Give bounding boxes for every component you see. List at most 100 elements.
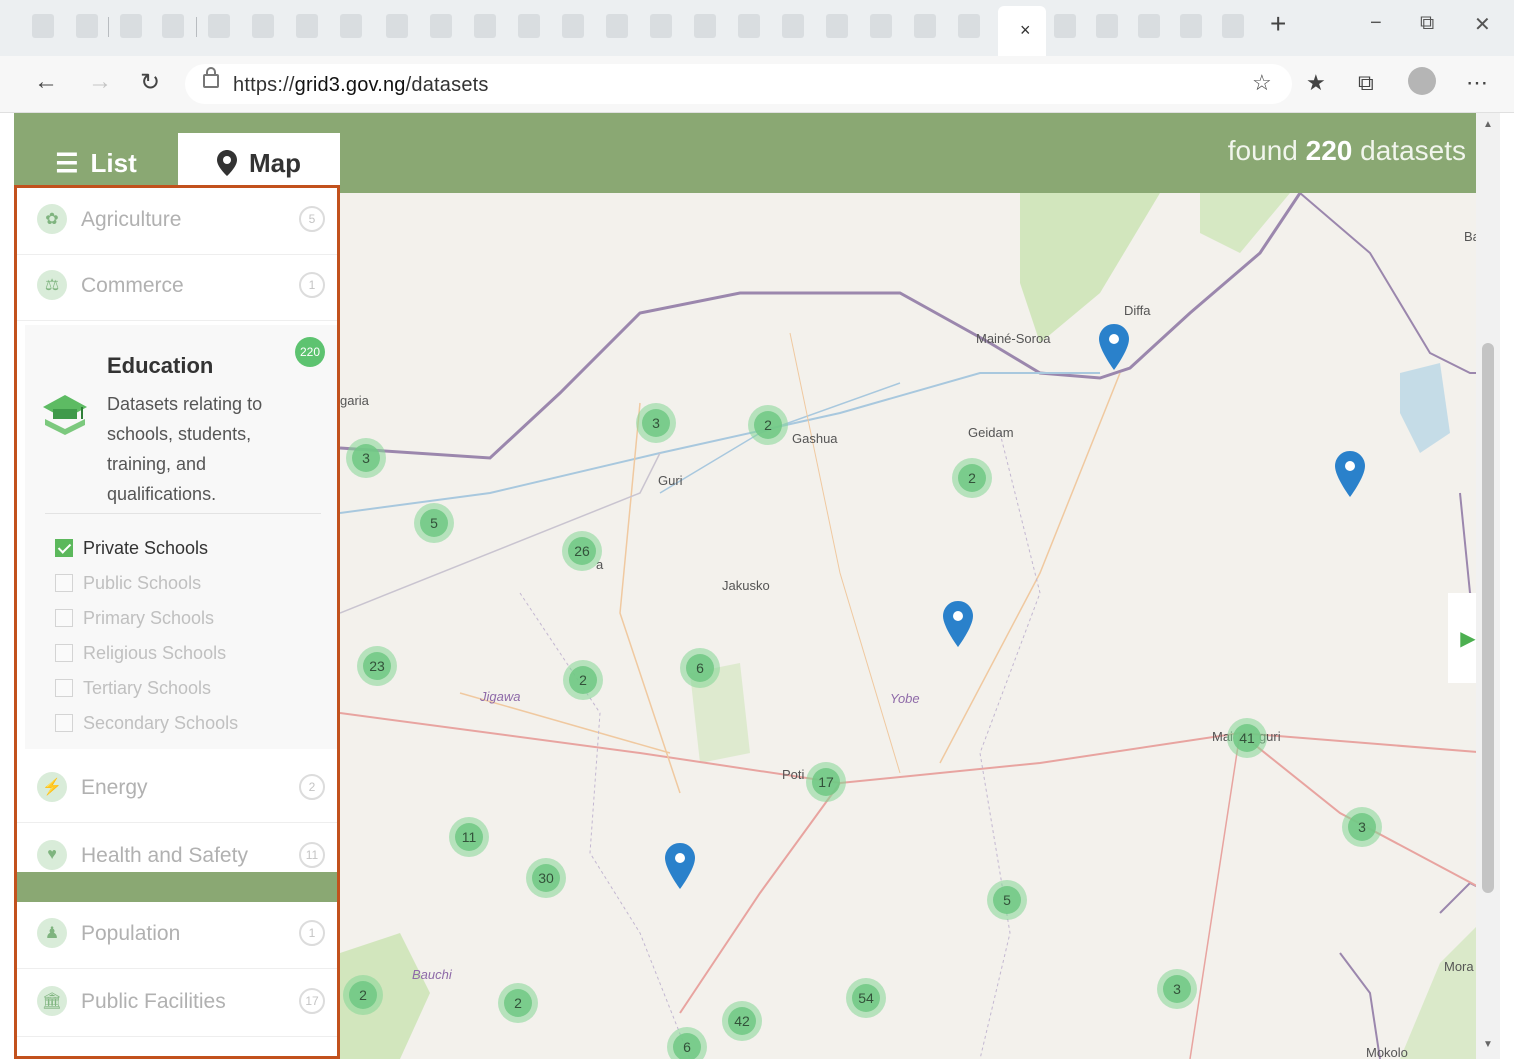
map-cluster[interactable]: 5 [987, 880, 1027, 920]
page-scrollbar[interactable]: ▲ ▼ [1476, 113, 1500, 1059]
back-arrow-icon[interactable]: ← [34, 68, 58, 96]
tab-favicon[interactable] [826, 14, 848, 38]
tab-favicon[interactable] [120, 14, 142, 38]
map-cluster[interactable]: 11 [449, 817, 489, 857]
address-bar[interactable]: https://grid3.gov.ng/datasets [185, 64, 1292, 104]
browser-tab-strip: × + − ⧉ ✕ [0, 0, 1514, 56]
category-title[interactable]: Education [107, 353, 213, 379]
map-cluster[interactable]: 2 [343, 975, 383, 1015]
map-cluster[interactable]: 6 [667, 1027, 707, 1059]
tab-actions-icon[interactable] [32, 14, 54, 38]
tab-favicon[interactable] [1138, 14, 1160, 38]
map-cluster[interactable]: 54 [846, 978, 886, 1018]
tab-favicon[interactable] [870, 14, 892, 38]
checkbox[interactable] [55, 714, 73, 732]
tab-favicon[interactable] [162, 14, 184, 38]
map-marker-pin[interactable] [1335, 451, 1365, 497]
map-label-potiskum: Poti [782, 767, 805, 782]
forward-arrow-icon[interactable]: → [88, 68, 112, 96]
more-icon[interactable]: ⋯ [1466, 70, 1488, 96]
map-cluster[interactable]: 2 [748, 405, 788, 445]
tab-favicon[interactable] [1180, 14, 1202, 38]
active-tab[interactable]: × [998, 6, 1046, 56]
filter-option-tertiary-schools[interactable]: Tertiary Schools [55, 675, 211, 701]
tab-favicon[interactable] [958, 14, 980, 38]
minimize-icon[interactable]: − [1370, 12, 1382, 35]
collections-icon[interactable]: ⧉ [1358, 70, 1374, 96]
tab-favicon[interactable] [518, 14, 540, 38]
tab-favicon[interactable] [1096, 14, 1118, 38]
tab-favicon[interactable] [76, 14, 98, 38]
favorites-icon[interactable]: ★ [1306, 70, 1326, 96]
tab-favicon[interactable] [562, 14, 584, 38]
tab-favicon[interactable] [1054, 14, 1076, 38]
category-sidebar: ✿ Agriculture 5 ⚖ Commerce 1 Education 2… [14, 185, 340, 1059]
tab-map-view[interactable]: Map [178, 133, 340, 193]
tab-favicon[interactable] [1222, 14, 1244, 38]
tab-favicon[interactable] [738, 14, 760, 38]
category-public-facilities[interactable]: 🏛 Public Facilities 17 [17, 970, 337, 1037]
scroll-down-icon[interactable]: ▼ [1483, 1039, 1493, 1050]
checkbox[interactable] [55, 609, 73, 627]
lock-icon[interactable] [203, 67, 219, 88]
tab-favicon[interactable] [474, 14, 496, 38]
tab-favicon[interactable] [386, 14, 408, 38]
tab-favicon[interactable] [296, 14, 318, 38]
map-cluster[interactable]: 30 [526, 858, 566, 898]
category-population[interactable]: ♟ Population 1 [17, 902, 337, 969]
tab-favicon[interactable] [340, 14, 362, 38]
tab-favicon[interactable] [208, 14, 230, 38]
tab-favicon[interactable] [914, 14, 936, 38]
map-pin-icon [217, 150, 237, 176]
map-cluster[interactable]: 3 [1342, 807, 1382, 847]
tab-favicon[interactable] [252, 14, 274, 38]
scroll-up-icon[interactable]: ▲ [1483, 119, 1493, 130]
scroll-thumb[interactable] [1482, 343, 1494, 893]
map-cluster[interactable]: 2 [952, 458, 992, 498]
category-agriculture[interactable]: ✿ Agriculture 5 [17, 188, 337, 255]
read-aloud-icon[interactable]: ☆ [1252, 70, 1272, 96]
map-cluster[interactable]: 23 [357, 646, 397, 686]
map-cluster[interactable]: 17 [806, 762, 846, 802]
refresh-icon[interactable]: ↻ [140, 68, 160, 97]
tab-favicon[interactable] [606, 14, 628, 38]
filter-option-religious-schools[interactable]: Religious Schools [55, 640, 226, 666]
checkbox[interactable] [55, 679, 73, 697]
close-window-icon[interactable]: ✕ [1474, 12, 1491, 37]
close-tab-icon[interactable]: × [1020, 20, 1031, 41]
filter-option-private-schools[interactable]: Private Schools [55, 535, 208, 561]
checkbox-checked[interactable] [55, 539, 73, 557]
filter-option-public-schools[interactable]: Public Schools [55, 570, 201, 596]
category-commerce[interactable]: ⚖ Commerce 1 [17, 254, 337, 321]
map-marker-pin[interactable] [943, 601, 973, 647]
public-facilities-icon: 🏛 [37, 986, 67, 1016]
map-cluster[interactable]: 3 [636, 403, 676, 443]
tab-favicon[interactable] [430, 14, 452, 38]
map-canvas[interactable]: garia Mainé-Soroa Diffa Gashua Geidam Gu… [340, 193, 1490, 1059]
new-tab-button[interactable]: + [1270, 8, 1286, 40]
tab-favicon[interactable] [782, 14, 804, 38]
profile-avatar[interactable] [1408, 67, 1436, 95]
map-cluster[interactable]: 42 [722, 1001, 762, 1041]
map-cluster[interactable]: 6 [680, 648, 720, 688]
map-cluster[interactable]: 41 [1227, 718, 1267, 758]
checkbox[interactable] [55, 574, 73, 592]
tab-list-view[interactable]: ☰ List [14, 133, 178, 193]
map-marker-pin[interactable] [665, 843, 695, 889]
map-cluster[interactable]: 2 [498, 983, 538, 1023]
map-marker-pin[interactable] [1099, 324, 1129, 370]
map-cluster[interactable]: 2 [563, 660, 603, 700]
health-icon: ♥ [37, 840, 67, 870]
tab-favicon[interactable] [694, 14, 716, 38]
filter-option-secondary-schools[interactable]: Secondary Schools [55, 710, 238, 736]
filter-option-primary-schools[interactable]: Primary Schools [55, 605, 214, 631]
map-cluster[interactable]: 3 [1157, 969, 1197, 1009]
map-cluster[interactable]: 26 [562, 531, 602, 571]
map-cluster[interactable]: 5 [414, 503, 454, 543]
restore-icon[interactable]: ⧉ [1420, 12, 1434, 35]
map-cluster[interactable]: 3 [346, 438, 386, 478]
checkbox[interactable] [55, 644, 73, 662]
url-text[interactable]: https://grid3.gov.ng/datasets [233, 74, 489, 97]
tab-favicon[interactable] [650, 14, 672, 38]
category-energy[interactable]: ⚡ Energy 2 [17, 756, 337, 823]
